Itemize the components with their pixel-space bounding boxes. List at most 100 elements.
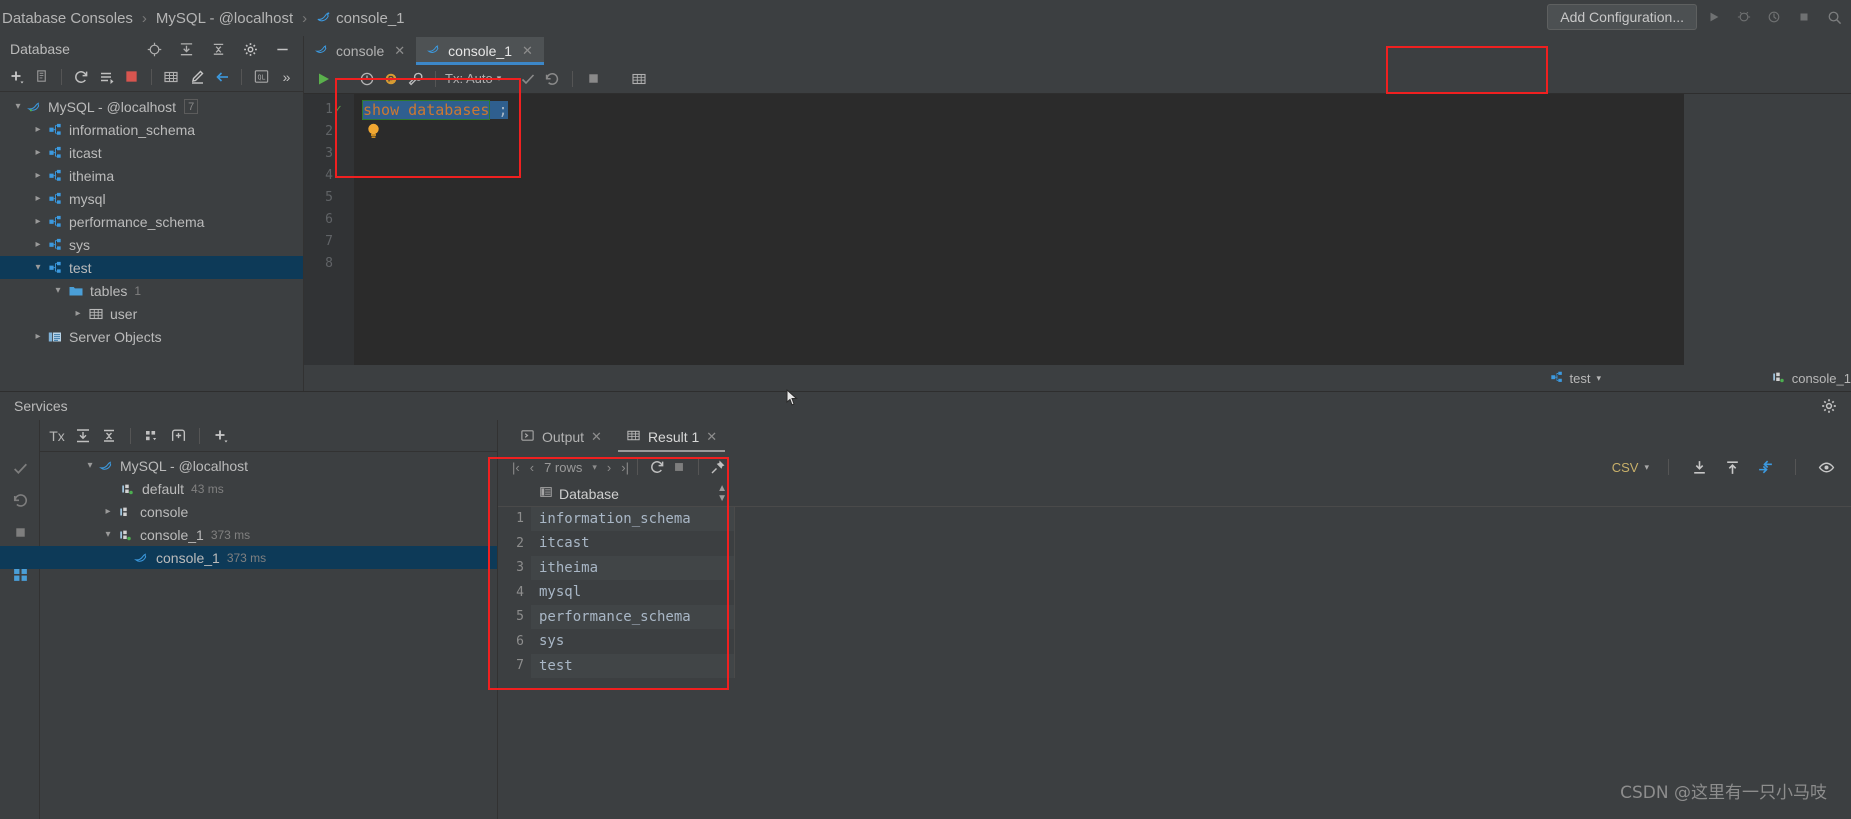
chevron-down-icon[interactable]: ▾: [1596, 373, 1601, 384]
services-node-console[interactable]: ▸ console: [40, 500, 497, 523]
chevron-right-icon[interactable]: ▸: [30, 329, 46, 345]
search-icon[interactable]: [1821, 4, 1847, 30]
cell-database[interactable]: itheima: [531, 555, 735, 580]
tree-node-mysql[interactable]: ▸ mysql: [0, 187, 303, 210]
jump-to-icon[interactable]: [211, 66, 232, 88]
compare-icon[interactable]: [1754, 456, 1776, 478]
column-header-database[interactable]: Database ▲ ▼: [531, 482, 735, 506]
copy-icon[interactable]: [31, 66, 52, 88]
edit-icon[interactable]: [186, 66, 207, 88]
table-icon[interactable]: [161, 66, 182, 88]
cancel-icon[interactable]: [582, 68, 604, 90]
sync-icon[interactable]: [96, 66, 117, 88]
table-row[interactable]: 6 sys: [498, 629, 1851, 654]
chevron-down-icon[interactable]: ▾: [30, 260, 46, 276]
gear-icon[interactable]: [239, 38, 261, 60]
chevron-right-icon[interactable]: ▸: [30, 214, 46, 230]
tree-node-tables[interactable]: ▾ tables 1: [0, 279, 303, 302]
wrench-icon[interactable]: [404, 68, 426, 90]
tree-node-user-table[interactable]: ▸ user: [0, 302, 303, 325]
transaction-icon[interactable]: [380, 68, 402, 90]
tab-result-1[interactable]: Result 1 ✕: [614, 421, 729, 452]
chevron-right-icon[interactable]: ▸: [30, 122, 46, 138]
collapse-all-icon[interactable]: [207, 38, 229, 60]
last-page-button[interactable]: ›|: [621, 460, 629, 475]
cell-database[interactable]: performance_schema: [531, 604, 735, 629]
rollback-icon[interactable]: [541, 68, 563, 90]
close-icon[interactable]: ✕: [591, 429, 602, 445]
upload-icon[interactable]: [1721, 456, 1743, 478]
stop-icon[interactable]: [121, 66, 142, 88]
tree-node-test[interactable]: ▾ test: [0, 256, 303, 279]
add-configuration-button[interactable]: Add Configuration...: [1547, 4, 1697, 30]
chevron-right-icon[interactable]: ▸: [70, 306, 86, 322]
breadcrumb-item-database-consoles[interactable]: Database Consoles: [2, 10, 133, 27]
chevron-down-icon[interactable]: ▾: [592, 462, 597, 473]
minimize-icon[interactable]: [271, 38, 293, 60]
sort-indicator-icon[interactable]: ▲ ▼: [717, 483, 727, 504]
chevron-down-icon[interactable]: ▾: [82, 458, 98, 474]
tab-console[interactable]: console ✕: [304, 37, 416, 64]
add-icon[interactable]: [6, 66, 27, 88]
query-console-icon[interactable]: QL: [251, 66, 272, 88]
add-icon[interactable]: [210, 425, 232, 447]
stop-icon[interactable]: [668, 456, 690, 478]
stop-icon[interactable]: [0, 516, 40, 548]
table-row[interactable]: 3 itheima: [498, 555, 1851, 580]
table-row[interactable]: 2 itcast: [498, 531, 1851, 556]
chevron-down-icon[interactable]: ▾: [10, 99, 26, 115]
sql-editor[interactable]: 1 2 3 4 5 6 7 8 ✓ show databases ;: [304, 94, 1684, 365]
breadcrumb-item-mysql-localhost[interactable]: MySQL - @localhost: [156, 10, 293, 27]
table-row[interactable]: 5 performance_schema: [498, 604, 1851, 629]
group-icon[interactable]: [141, 425, 163, 447]
cell-database[interactable]: mysql: [531, 580, 735, 605]
debug-icon[interactable]: [1731, 4, 1757, 30]
services-node-default[interactable]: default 43 ms: [40, 477, 497, 500]
pin-icon[interactable]: [707, 456, 729, 478]
rollback-icon[interactable]: [0, 484, 40, 516]
table-row[interactable]: 4 mysql: [498, 580, 1851, 605]
new-tab-icon[interactable]: [167, 425, 189, 447]
close-icon[interactable]: ✕: [706, 429, 717, 445]
commit-icon[interactable]: [0, 452, 40, 484]
chevron-down-icon[interactable]: ▾: [100, 527, 116, 543]
chevron-right-icon[interactable]: ▸: [100, 504, 116, 520]
next-page-button[interactable]: ›: [607, 460, 611, 475]
chevron-right-icon[interactable]: ▸: [30, 168, 46, 184]
download-icon[interactable]: [1688, 456, 1710, 478]
tree-node-itheima[interactable]: ▸ itheima: [0, 164, 303, 187]
run-icon[interactable]: [312, 68, 334, 90]
chevron-down-icon[interactable]: ▾: [50, 283, 66, 299]
more-icon[interactable]: »: [276, 66, 297, 88]
collapse-all-icon[interactable]: [98, 425, 120, 447]
chevron-right-icon[interactable]: ▸: [30, 237, 46, 253]
export-format-selector[interactable]: CSV ▾: [1612, 460, 1649, 475]
chevron-right-icon[interactable]: ▸: [30, 191, 46, 207]
tree-node-itcast[interactable]: ▸ itcast: [0, 141, 303, 164]
intention-bulb-icon[interactable]: [366, 122, 381, 140]
breadcrumb-item-console-1[interactable]: console_1: [336, 10, 404, 27]
view-icon[interactable]: [1815, 456, 1837, 478]
tree-node-information-schema[interactable]: ▸ information_schema: [0, 118, 303, 141]
editor-code-body[interactable]: show databases ;: [354, 94, 1684, 365]
tab-console-1[interactable]: console_1 ✕: [416, 37, 544, 65]
table-row[interactable]: 7 test: [498, 653, 1851, 678]
gear-icon[interactable]: [1821, 398, 1837, 417]
data-source-icon[interactable]: [628, 68, 650, 90]
close-icon[interactable]: ✕: [522, 43, 533, 59]
tree-node-sys[interactable]: ▸ sys: [0, 233, 303, 256]
tree-node-performance-schema[interactable]: ▸ performance_schema: [0, 210, 303, 233]
tree-node-server-objects[interactable]: ▸ Server Objects: [0, 325, 303, 348]
tab-output[interactable]: Output ✕: [508, 421, 614, 452]
locate-icon[interactable]: [143, 38, 165, 60]
first-page-button[interactable]: |‹: [512, 460, 520, 475]
refresh-icon[interactable]: [646, 456, 668, 478]
stop-icon[interactable]: [1791, 4, 1817, 30]
close-icon[interactable]: ✕: [394, 43, 405, 59]
row-count-label[interactable]: 7 rows: [544, 460, 582, 475]
current-schema-label[interactable]: test: [1570, 371, 1591, 386]
current-session-label[interactable]: console_1: [1792, 371, 1851, 386]
profile-icon[interactable]: [1761, 4, 1787, 30]
table-row[interactable]: 1 information_schema: [498, 506, 1851, 531]
refresh-icon[interactable]: [71, 66, 92, 88]
